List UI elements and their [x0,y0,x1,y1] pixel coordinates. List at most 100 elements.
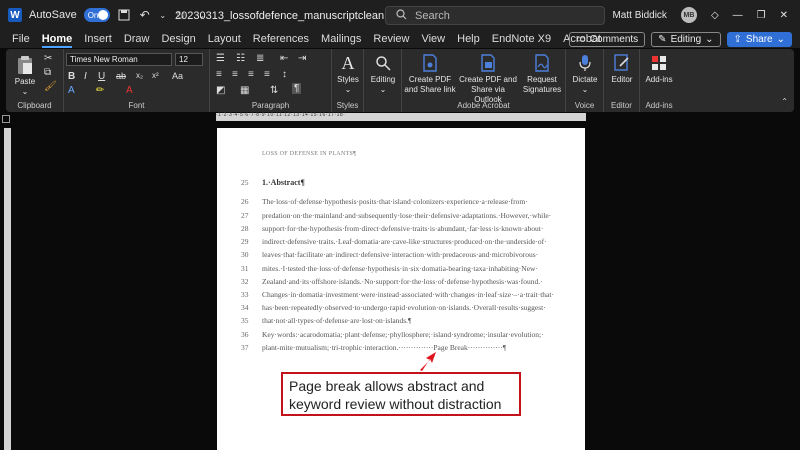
create-pdf-share-label: Create PDF and Share link [404,75,456,94]
change-case-icon[interactable]: Aa [172,71,183,81]
editing-mode-button[interactable]: ✎ Editing ⌄ [651,31,721,47]
format-painter-icon[interactable]: 🖌 [44,81,57,92]
line-text: 1.·Abstract¶ [262,178,305,187]
align-center-icon[interactable]: ≡ [232,69,238,80]
editing-mode-label: Editing [670,33,702,45]
comments-button[interactable]: ▭ Comments [569,31,646,47]
font-name-select[interactable]: Times New Roman [66,53,172,66]
create-pdf-outlook-label: Create PDF and Share via Outlook [459,75,517,104]
tab-help[interactable]: Help [451,30,486,48]
paragraph-group-label: Paragraph [251,101,290,110]
tab-endnote[interactable]: EndNote X9 [486,30,557,48]
running-head: LOSS OF DEFENSE IN PLANTS¶ [262,151,357,157]
line-text: plant-mite·mutualism;·tri-trophic·intera… [262,343,507,352]
text-effects-icon[interactable]: A [68,85,75,96]
dictate-button[interactable]: Dictate ⌄ [568,53,602,95]
minimize-icon[interactable]: — [733,10,743,21]
tab-insert[interactable]: Insert [78,30,118,48]
sort-icon[interactable]: ⇅ [270,85,278,96]
pencil-icon: ✎ [658,33,667,45]
line-text: Zealand·and·its·offshore·islands.·No·sup… [262,277,543,286]
word-logo-icon: W [8,8,22,22]
restore-icon[interactable]: ❐ [757,10,766,21]
tab-home[interactable]: Home [36,30,79,48]
tab-draw[interactable]: Draw [118,30,156,48]
chevron-down-icon: ⌄ [379,85,387,94]
collapse-ribbon-icon[interactable]: ⌃ [781,97,788,106]
line-spacing-icon[interactable]: ↕ [282,69,287,80]
bold-icon[interactable]: B [68,71,75,82]
italic-icon[interactable]: I [84,71,87,82]
decrease-indent-icon[interactable]: ⇤ [280,53,288,64]
comments-label: Comments [589,33,639,45]
search-box[interactable]: Search [385,6,605,25]
subscript-icon[interactable]: x₂ [136,71,143,80]
editing-button[interactable]: Editing ⌄ [366,53,400,95]
editing-group: Editing ⌄ [364,49,402,112]
bullets-icon[interactable]: ☰ [216,53,225,64]
editor-button[interactable]: Editor [606,53,638,85]
line-text: that·not·all·types·of·defense·are·lost·o… [262,316,412,325]
line-number: 32 [241,277,249,286]
highlight-icon[interactable]: ✏ [96,85,104,96]
microphone-icon [575,53,595,73]
superscript-icon[interactable]: x² [152,71,159,80]
line-text: Key·words:·acarodomatia;·plant·defense;·… [262,330,544,339]
tab-mailings[interactable]: Mailings [315,30,367,48]
underline-icon[interactable]: U [98,71,105,82]
tab-view[interactable]: View [415,30,451,48]
styles-button[interactable]: A Styles ⌄ [334,53,362,95]
strikethrough-icon[interactable]: ab [116,71,126,81]
line-text: leaves·that·facilitate·an·indirect·defen… [262,250,539,259]
voice-group-label: Voice [574,101,595,110]
show-formatting-icon[interactable]: ¶ [292,83,302,94]
line-number: 25 [241,178,249,187]
tab-review[interactable]: Review [367,30,415,48]
pdf-outlook-icon [478,53,498,73]
borders-icon[interactable]: ▦ [240,85,249,96]
line-number: 26 [241,197,249,206]
tab-file[interactable]: File [6,30,36,48]
addins-icon [649,53,669,73]
font-size-select[interactable]: 12 [175,53,203,66]
font-color-icon[interactable]: A [126,85,133,96]
shading-icon[interactable]: ◩ [216,85,225,96]
editor-icon [612,53,632,73]
line-number: 28 [241,224,249,233]
diamond-icon[interactable]: ◇ [711,10,719,21]
justify-icon[interactable]: ≡ [264,69,270,80]
tab-layout[interactable]: Layout [202,30,247,48]
cut-icon[interactable]: ✂ [44,53,52,64]
create-pdf-share-button[interactable]: Create PDF and Share link [404,53,456,95]
line-text: predation·on·the·mainland·and·subsequent… [262,211,552,220]
autosave-toggle[interactable]: On [83,8,110,22]
dictate-label: Dictate [572,75,598,84]
addins-button[interactable]: Add-ins [642,53,676,85]
request-signatures-button[interactable]: Request Signatures [520,53,564,95]
line-number: 27 [241,211,249,220]
tab-references[interactable]: References [247,30,315,48]
copy-icon[interactable]: ⧉ [44,67,51,78]
tab-design[interactable]: Design [155,30,201,48]
tab-selector-icon[interactable] [2,115,10,123]
undo-dropdown-icon[interactable]: ⌄ [159,8,167,22]
align-left-icon[interactable]: ≡ [216,69,222,80]
autosave-label: AutoSave [29,9,77,21]
undo-icon[interactable]: ↶ [138,8,152,22]
avatar[interactable]: MB [680,7,697,23]
search-icon [396,8,407,23]
numbering-icon[interactable]: ☷ [236,53,245,64]
paste-button[interactable]: Paste ⌄ [12,55,38,97]
increase-indent-icon[interactable]: ⇥ [298,53,306,64]
align-right-icon[interactable]: ≡ [248,69,254,80]
horizontal-ruler[interactable]: ·1·2·3·4·5·6·7·8·9·10·11·12·13·14·15·16·… [216,112,586,121]
multilevel-list-icon[interactable]: ≣ [256,53,264,64]
user-name[interactable]: Matt Biddick [612,10,666,21]
share-button[interactable]: ⇪ Share ⌄ [726,31,792,47]
create-pdf-outlook-button[interactable]: Create PDF and Share via Outlook [458,53,518,105]
line-text: mites.·I·tested·the·loss·of·defense·hypo… [262,264,538,273]
line-number: 30 [241,250,249,259]
close-icon[interactable]: ✕ [780,10,788,21]
styles-group: A Styles ⌄ Styles [332,49,364,112]
save-icon[interactable] [117,8,131,22]
